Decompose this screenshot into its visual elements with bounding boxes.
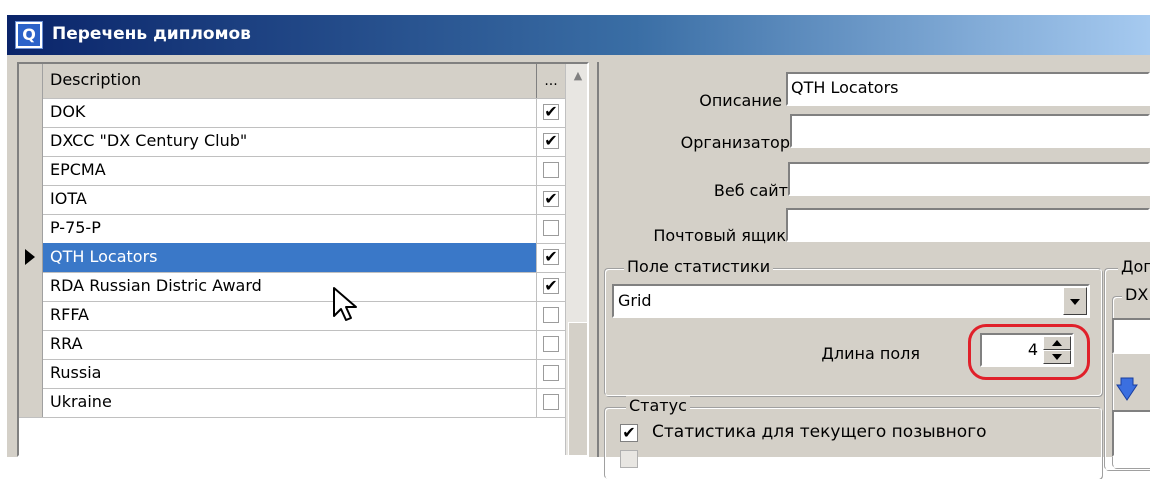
award-description-cell[interactable]: QTH Locators <box>43 243 537 272</box>
award-description-cell[interactable]: EPCMA <box>43 156 537 185</box>
current-callsign-label: Статистика для текущего позывного <box>652 422 987 442</box>
awards-grid[interactable]: Description ... DOK ✔ DXCC "DX Century Clu… <box>17 62 589 457</box>
award-active-checkbox[interactable] <box>543 365 559 381</box>
award-active-cell[interactable]: ✔ <box>537 185 565 214</box>
award-active-checkbox[interactable] <box>543 394 559 410</box>
award-active-cell[interactable] <box>537 214 565 243</box>
award-active-checkbox[interactable]: ✔ <box>543 249 559 265</box>
award-active-cell[interactable]: ✔ <box>537 127 565 156</box>
row-indicator[interactable] <box>19 388 43 417</box>
dx-subgroup-title: DX <box>1122 285 1150 304</box>
award-description-cell[interactable]: DXCC "DX Century Club" <box>43 127 537 156</box>
award-active-checkbox[interactable]: ✔ <box>543 104 559 120</box>
table-row[interactable]: QTH Locators ✔ <box>19 243 565 273</box>
website-input[interactable] <box>788 162 1150 196</box>
award-active-checkbox[interactable] <box>543 336 559 352</box>
window-title: Перечень дипломов <box>52 24 251 44</box>
table-row[interactable]: RDA Russian Distric Award ✔ <box>19 272 565 302</box>
current-row-arrow-icon <box>25 249 35 265</box>
award-active-cell[interactable] <box>537 359 565 388</box>
disabled-checkbox <box>620 450 638 468</box>
table-row[interactable]: Ukraine <box>19 388 565 418</box>
row-indicator[interactable] <box>19 330 43 359</box>
checkmark-icon: ✔ <box>622 423 636 442</box>
mouse-cursor-icon <box>333 287 357 321</box>
table-row[interactable]: Russia <box>19 359 565 389</box>
award-active-checkbox[interactable]: ✔ <box>543 278 559 294</box>
award-active-cell[interactable]: ✔ <box>537 243 565 272</box>
award-description-cell[interactable]: Ukraine <box>43 388 537 417</box>
app-logo-icon[interactable]: Q <box>16 22 42 48</box>
description-input[interactable]: QTH Locators <box>786 72 1150 106</box>
dx-list[interactable] <box>1112 410 1150 457</box>
row-indicator[interactable] <box>19 98 43 127</box>
table-row[interactable]: P-75-P <box>19 214 565 244</box>
column-header-check[interactable]: ... <box>537 64 565 98</box>
award-active-checkbox[interactable] <box>543 162 559 178</box>
award-active-checkbox[interactable] <box>543 307 559 323</box>
mailbox-input[interactable] <box>786 208 1150 242</box>
award-description-cell[interactable]: RFFA <box>43 301 537 330</box>
table-row[interactable]: RRA <box>19 330 565 360</box>
row-indicator-header <box>19 64 43 98</box>
description-label: Описание <box>699 91 782 110</box>
status-group <box>604 407 1102 479</box>
award-active-cell[interactable] <box>537 388 565 417</box>
table-row[interactable]: IOTA ✔ <box>19 185 565 215</box>
chevron-down-icon[interactable] <box>1063 287 1087 315</box>
organizer-input[interactable] <box>790 114 1150 148</box>
table-row[interactable]: RFFA <box>19 301 565 331</box>
award-active-cell[interactable] <box>537 301 565 330</box>
grid-header-row: Description ... <box>19 64 565 99</box>
award-description-cell[interactable]: IOTA <box>43 185 537 214</box>
organizer-label: Организатор <box>680 133 790 152</box>
award-active-cell[interactable] <box>537 330 565 359</box>
field-length-label: Длина поля <box>821 344 920 363</box>
award-description-cell[interactable]: P-75-P <box>43 214 537 243</box>
table-row[interactable]: DXCC "DX Century Club" ✔ <box>19 127 565 157</box>
row-indicator[interactable] <box>19 214 43 243</box>
award-description-cell[interactable]: Russia <box>43 359 537 388</box>
grid-vertical-scrollbar[interactable]: ▲ <box>565 64 587 455</box>
statistics-group-title: Поле статистики <box>624 257 774 276</box>
row-indicator[interactable] <box>19 127 43 156</box>
move-down-arrow-icon[interactable] <box>1116 376 1138 402</box>
statistics-field-value: Grid <box>618 291 652 310</box>
mailbox-label: Почтовый ящик <box>653 226 786 245</box>
table-row[interactable]: EPCMA <box>19 156 565 186</box>
highlight-annotation <box>968 324 1090 380</box>
award-active-checkbox[interactable]: ✔ <box>543 191 559 207</box>
current-callsign-checkbox[interactable]: ✔ <box>620 424 638 442</box>
row-indicator[interactable] <box>19 359 43 388</box>
award-active-checkbox[interactable]: ✔ <box>543 133 559 149</box>
award-active-cell[interactable] <box>537 156 565 185</box>
extra-group-title: Доп <box>1118 257 1150 276</box>
row-indicator[interactable] <box>19 156 43 185</box>
award-description-cell[interactable]: RRA <box>43 330 537 359</box>
award-description-cell[interactable]: RDA Russian Distric Award <box>43 272 537 301</box>
scroll-thumb[interactable] <box>568 322 587 455</box>
award-description-cell[interactable]: DOK <box>43 98 537 127</box>
award-active-cell[interactable]: ✔ <box>537 98 565 127</box>
row-indicator[interactable] <box>19 185 43 214</box>
scroll-up-icon[interactable]: ▲ <box>568 66 587 86</box>
row-indicator[interactable] <box>19 301 43 330</box>
status-group-title: Статус <box>626 396 690 415</box>
table-row[interactable]: DOK ✔ <box>19 98 565 128</box>
award-active-checkbox[interactable] <box>543 220 559 236</box>
website-label: Веб сайт <box>713 181 788 200</box>
row-indicator[interactable] <box>19 272 43 301</box>
column-header-description[interactable]: Description <box>43 64 537 98</box>
award-active-cell[interactable]: ✔ <box>537 272 565 301</box>
statistics-field-select[interactable]: Grid <box>612 284 1090 318</box>
row-indicator[interactable] <box>19 243 43 272</box>
dx-input[interactable] <box>1112 318 1150 354</box>
